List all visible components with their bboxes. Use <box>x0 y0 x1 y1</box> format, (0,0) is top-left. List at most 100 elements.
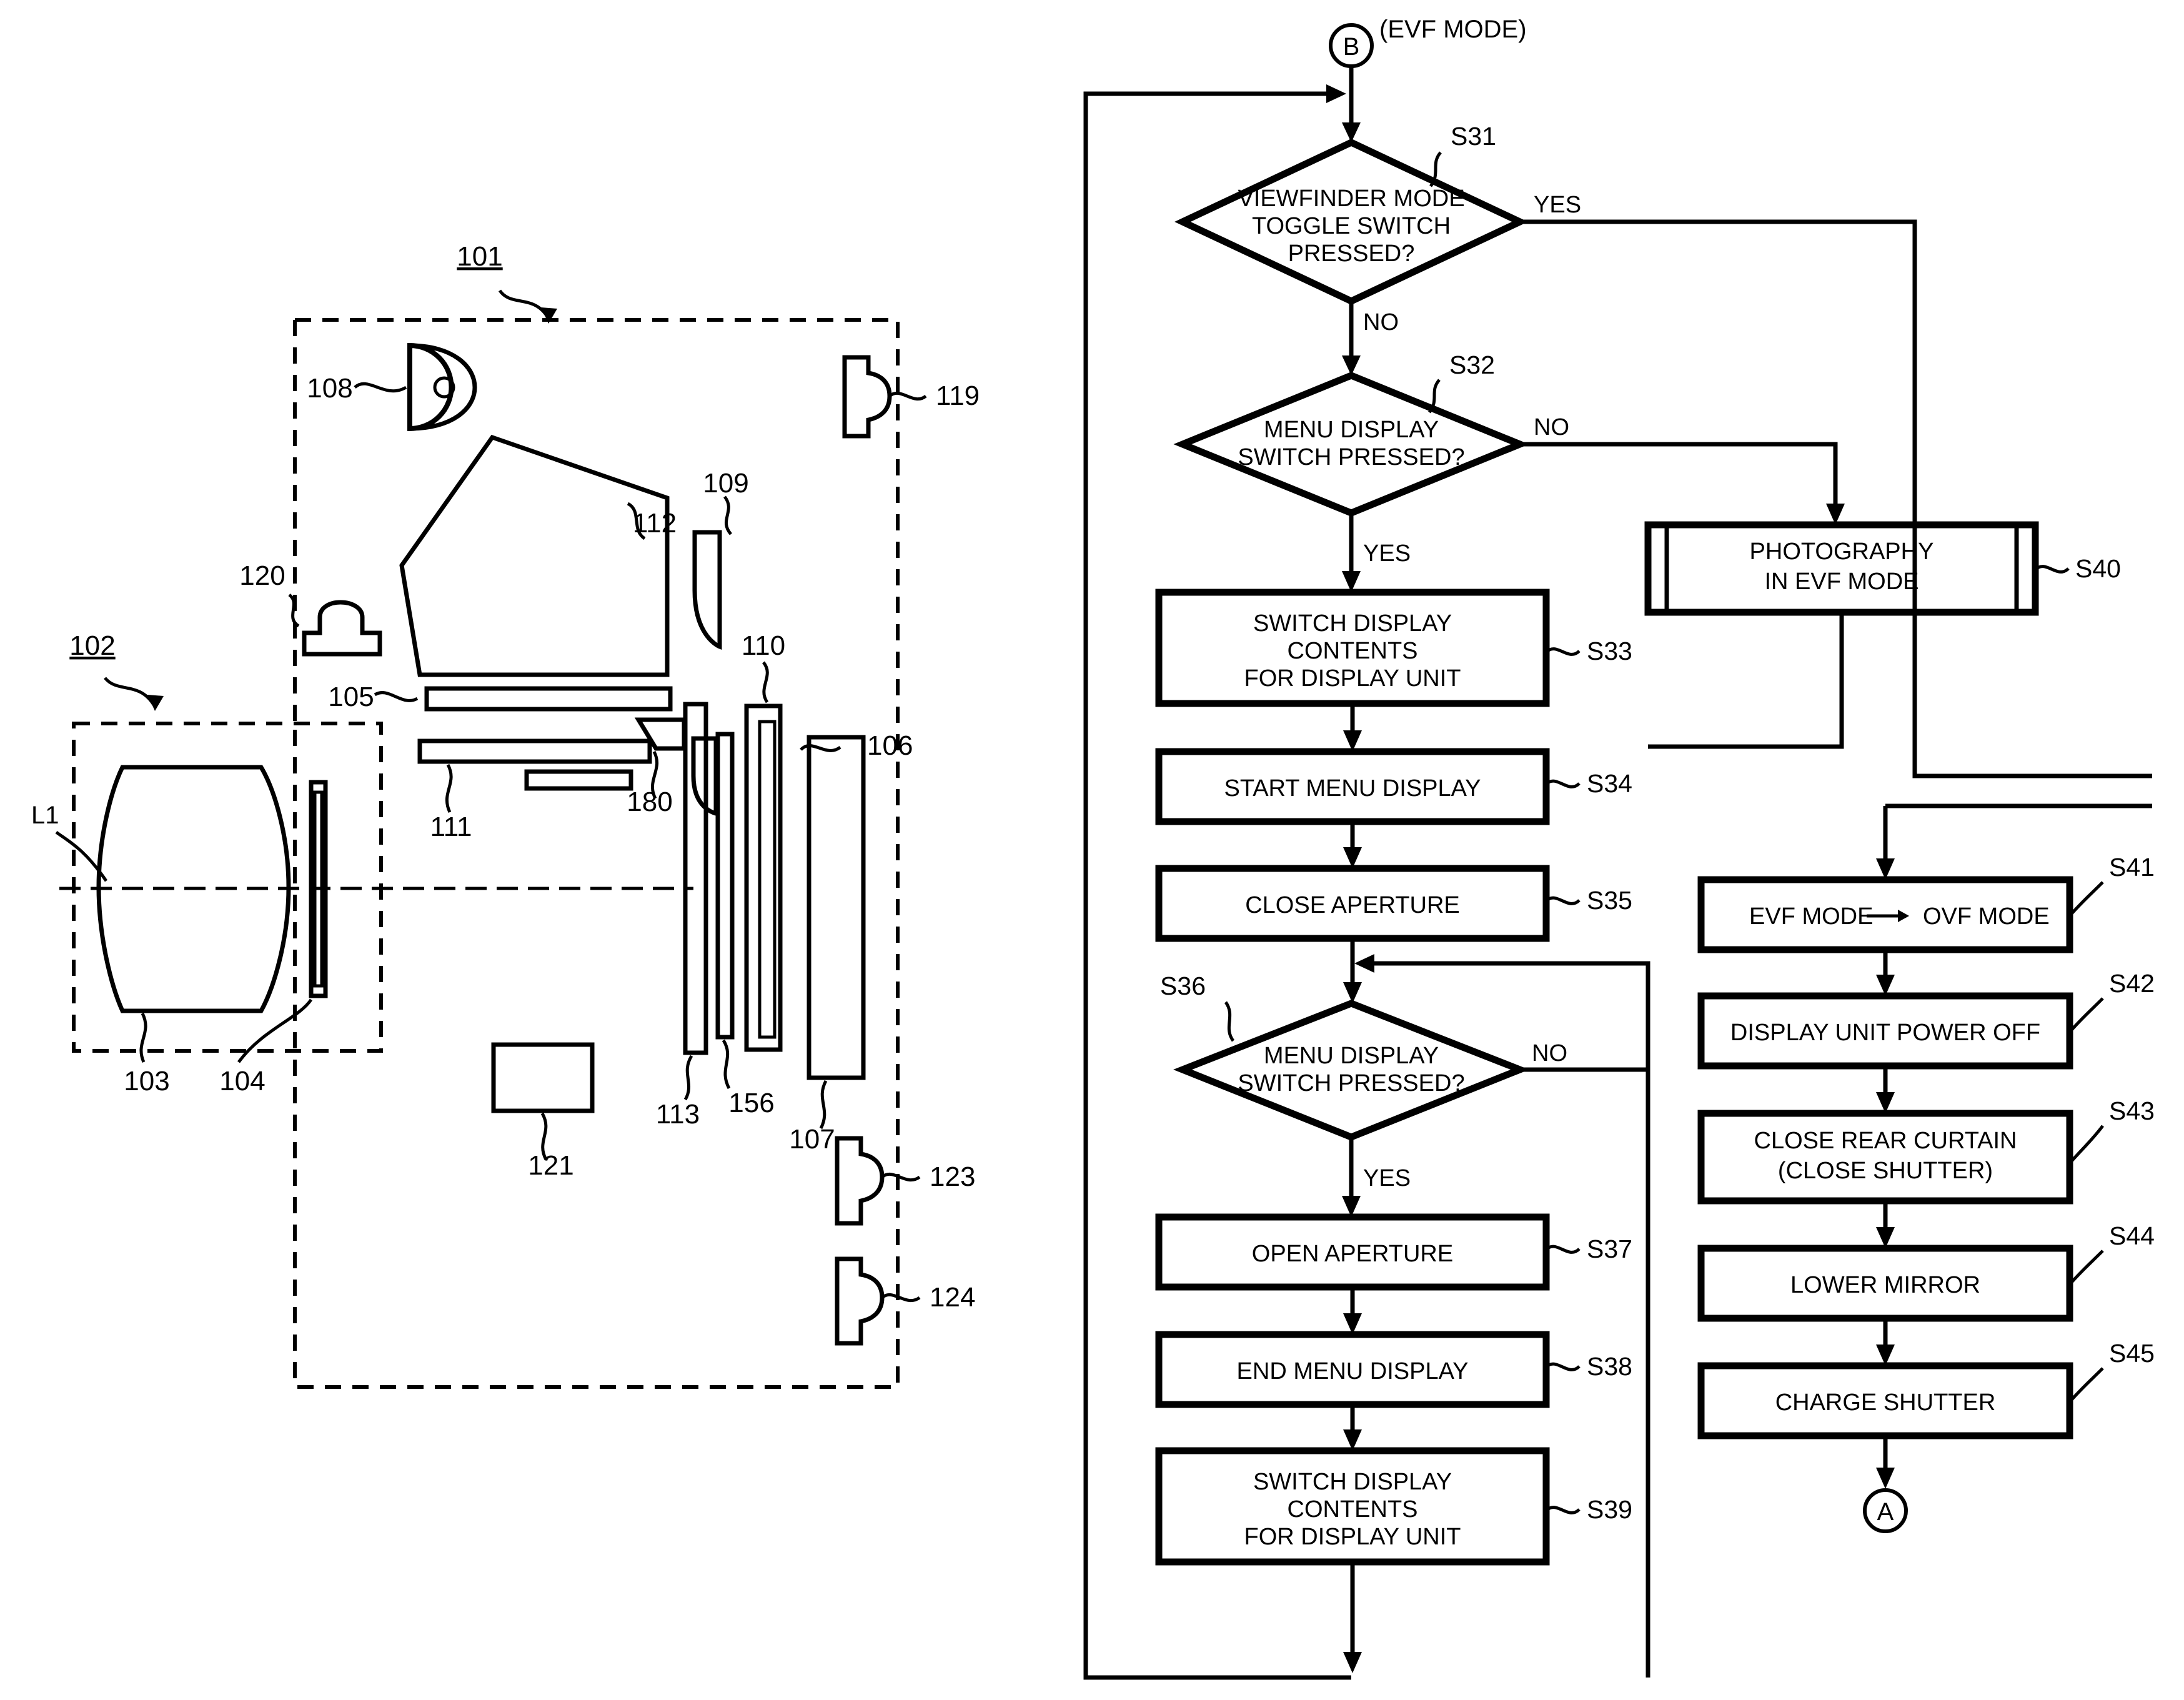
node-s33-line1: SWITCH DISPLAY <box>1253 610 1452 637</box>
node-s43-line2: (CLOSE SHUTTER) <box>1778 1158 1993 1184</box>
node-s31-no-label: NO <box>1363 309 1399 336</box>
node-s41-text-right: OVF MODE <box>1923 903 2050 930</box>
leader-s35 <box>1545 896 1581 905</box>
button-123 <box>835 1136 885 1226</box>
leader-s42 <box>2068 997 2104 1033</box>
label-109: 109 <box>703 468 748 499</box>
leader-124 <box>881 1293 921 1303</box>
label-180: 180 <box>627 787 672 817</box>
loopback-arrow <box>1326 84 1346 103</box>
label-110: 110 <box>742 630 785 661</box>
leader-123 <box>881 1172 921 1182</box>
node-s32-no-label: NO <box>1534 414 1569 440</box>
step-label-s41: S41 <box>2109 853 2155 882</box>
main-mirror-111 <box>417 738 652 764</box>
leader-107 <box>819 1080 828 1130</box>
connector-a-label: A <box>1877 1498 1894 1526</box>
label-156: 156 <box>728 1088 774 1118</box>
leader-s38 <box>1545 1362 1581 1371</box>
label-113: 113 <box>656 1099 700 1130</box>
label-106: 106 <box>867 730 913 761</box>
leader-s36 <box>1224 1001 1235 1042</box>
button-124 <box>835 1256 885 1346</box>
step-label-s44: S44 <box>2109 1221 2155 1250</box>
label-101: 101 <box>457 241 502 272</box>
leader-110 <box>762 661 769 703</box>
figure-canvas: 101 102 103 104 105 106 107 108 109 110 … <box>31 16 2155 1680</box>
node-s36-yes-label: YES <box>1363 1165 1411 1191</box>
step-label-s39: S39 <box>1587 1495 1632 1524</box>
leader-s43 <box>2068 1125 2104 1165</box>
leader-102 <box>104 677 156 706</box>
node-s43-line1: CLOSE REAR CURTAIN <box>1754 1128 2017 1154</box>
node-s32-line1: MENU DISPLAY <box>1264 417 1439 443</box>
pentaprism-112 <box>399 434 670 677</box>
image-sensor-110-inner <box>758 720 777 1039</box>
plate-156 <box>715 732 735 1040</box>
leader-109 <box>723 495 732 535</box>
button-119 <box>842 355 892 439</box>
leader-s34 <box>1545 779 1581 788</box>
leader-113 <box>683 1055 693 1101</box>
node-s43-shape <box>1697 1110 2073 1205</box>
node-s31-yes-label: YES <box>1534 192 1581 218</box>
leader-119 <box>888 391 927 401</box>
node-s37-line1: OPEN APERTURE <box>1252 1241 1453 1267</box>
leader-111 <box>445 763 453 813</box>
step-label-s42: S42 <box>2109 969 2155 998</box>
label-119: 119 <box>936 380 980 411</box>
label-120: 120 <box>239 560 285 591</box>
step-label-s38: S38 <box>1587 1352 1632 1381</box>
leader-s40 <box>2034 565 2070 574</box>
leader-106 <box>800 744 841 752</box>
leader-156 <box>722 1039 731 1090</box>
node-s45-line1: CHARGE SHUTTER <box>1775 1389 1996 1416</box>
node-s32-line2: SWITCH PRESSED? <box>1238 444 1464 470</box>
node-s41-text-left: EVF MODE <box>1749 903 1873 930</box>
sub-mirror-plate <box>524 769 633 791</box>
leader-s37 <box>1545 1245 1581 1254</box>
node-s35-line1: CLOSE APERTURE <box>1245 892 1460 918</box>
leader-s33 <box>1545 647 1581 656</box>
label-108: 108 <box>307 373 352 404</box>
leader-s39 <box>1545 1506 1581 1514</box>
step-label-s45: S45 <box>2109 1339 2155 1368</box>
node-s39-line3: FOR DISPLAY UNIT <box>1244 1524 1461 1550</box>
label-112: 112 <box>633 508 677 539</box>
node-s42-line1: DISPLAY UNIT POWER OFF <box>1730 1020 2040 1046</box>
step-label-s36: S36 <box>1160 972 1206 1000</box>
leader-103 <box>139 1012 147 1063</box>
focusing-screen-105 <box>424 686 673 712</box>
leader-105 <box>374 691 419 702</box>
camera-cross-section: 101 102 103 104 105 106 107 108 109 110 … <box>31 241 980 1389</box>
leader-s45 <box>2068 1367 2104 1403</box>
step-label-s37: S37 <box>1587 1235 1632 1263</box>
node-s44-line1: LOWER MIRROR <box>1790 1272 1980 1298</box>
label-123: 123 <box>930 1161 975 1192</box>
s40-output-route <box>1648 612 1844 749</box>
mount-block-120 <box>302 600 382 657</box>
node-s36-line2: SWITCH PRESSED? <box>1238 1070 1464 1096</box>
label-104: 104 <box>219 1066 265 1096</box>
s45-to-connector-a-arrow <box>1876 1468 1895 1489</box>
evf-mode-flowchart: B (EVF MODE) VIEWFINDER MODE TOGGLE SWIT… <box>1083 16 2155 1680</box>
step-label-s33: S33 <box>1587 637 1632 665</box>
step-label-s43: S43 <box>2109 1096 2155 1125</box>
label-107: 107 <box>789 1124 835 1155</box>
node-s34-line1: START MENU DISPLAY <box>1224 775 1481 802</box>
step-label-s34: S34 <box>1587 769 1632 798</box>
ocular-lens-109-shape <box>692 530 722 650</box>
s32-no-route <box>1520 442 1838 514</box>
label-121: 121 <box>528 1150 573 1181</box>
s39-to-rail-arrow <box>1343 1652 1362 1673</box>
s36-no-loop-arrow <box>1354 954 1374 973</box>
node-s39-line2: CONTENTS <box>1288 1496 1418 1523</box>
wedge-prism-180 <box>634 717 687 751</box>
patent-figure: 101 102 103 104 105 106 107 108 109 110 … <box>0 0 2184 1700</box>
node-s40-line1: PHOTOGRAPHY <box>1750 539 1934 565</box>
label-105: 105 <box>328 682 374 712</box>
s41-feed <box>1912 222 2152 778</box>
node-s38-line1: END MENU DISPLAY <box>1237 1358 1469 1384</box>
leader-102-arrow <box>147 695 164 711</box>
connector-b-label: B <box>1343 33 1360 61</box>
